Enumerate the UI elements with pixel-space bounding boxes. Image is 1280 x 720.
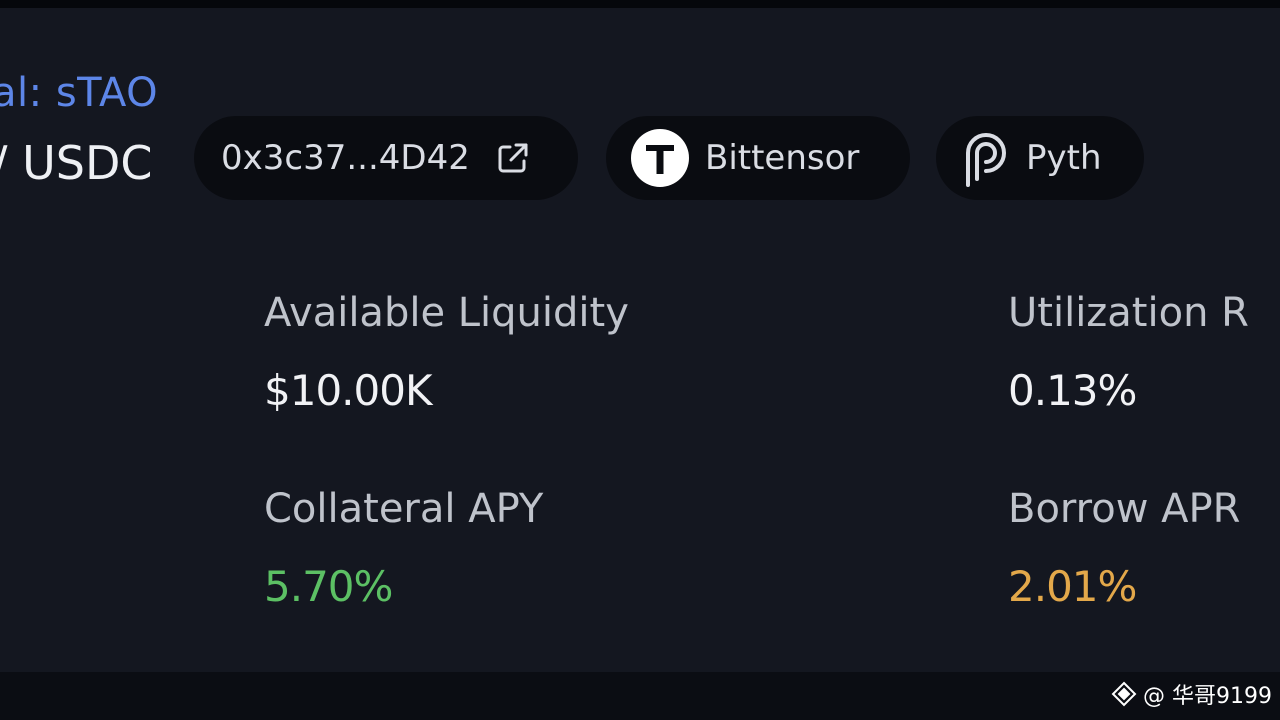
contract-address-chip[interactable]: 0x3c37...4D42 (194, 116, 578, 200)
available-liquidity-label: Available Liquidity (264, 290, 629, 336)
collateral-label: al: sTAO (0, 70, 159, 116)
borrow-apr-value: 2.01% (1008, 562, 1137, 611)
available-liquidity-value: $10.00K (264, 366, 433, 415)
bottom-edge-bar (0, 672, 1280, 720)
pyth-logo-icon (960, 129, 1012, 187)
contract-address-text: 0x3c37...4D42 (221, 138, 470, 178)
oracle-label: Pyth (1026, 138, 1102, 178)
network-label: Bittensor (705, 138, 860, 178)
pair-title: / USDC (0, 136, 153, 190)
external-link-icon[interactable] (494, 139, 532, 177)
watermark: @ 华哥9199 (1111, 678, 1272, 710)
utilization-rate-value: 0.13% (1008, 366, 1137, 415)
collateral-apy-label: Collateral APY (264, 486, 544, 532)
bittensor-logo-icon (631, 129, 689, 187)
network-chip[interactable]: Bittensor (606, 116, 910, 200)
binance-square-icon (1111, 681, 1137, 707)
watermark-text: @ 华哥9199 (1143, 684, 1272, 709)
borrow-apr-label: Borrow APR (1008, 486, 1241, 532)
collateral-apy-value: 5.70% (264, 562, 393, 611)
utilization-rate-label: Utilization R (1008, 290, 1249, 336)
oracle-chip[interactable]: Pyth (936, 116, 1144, 200)
top-edge-bar (0, 0, 1280, 8)
